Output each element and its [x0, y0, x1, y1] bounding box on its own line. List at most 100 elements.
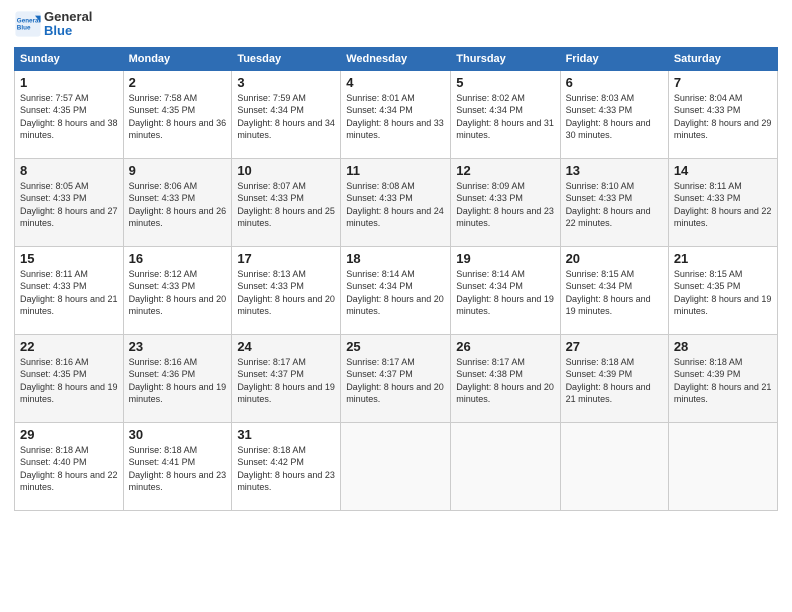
calendar-cell: 14 Sunrise: 8:11 AM Sunset: 4:33 PM Dayl… — [668, 158, 777, 246]
calendar-cell: 26 Sunrise: 8:17 AM Sunset: 4:38 PM Dayl… — [451, 334, 560, 422]
day-info: Sunrise: 8:01 AM Sunset: 4:34 PM Dayligh… — [346, 92, 445, 142]
day-number: 20 — [566, 251, 663, 266]
day-number: 25 — [346, 339, 445, 354]
day-info: Sunrise: 8:10 AM Sunset: 4:33 PM Dayligh… — [566, 180, 663, 230]
calendar-cell: 13 Sunrise: 8:10 AM Sunset: 4:33 PM Dayl… — [560, 158, 668, 246]
calendar-body: 1 Sunrise: 7:57 AM Sunset: 4:35 PM Dayli… — [15, 70, 778, 510]
col-saturday: Saturday — [668, 47, 777, 70]
day-info: Sunrise: 8:18 AM Sunset: 4:39 PM Dayligh… — [566, 356, 663, 406]
day-number: 4 — [346, 75, 445, 90]
calendar-cell: 5 Sunrise: 8:02 AM Sunset: 4:34 PM Dayli… — [451, 70, 560, 158]
day-number: 18 — [346, 251, 445, 266]
calendar-cell: 25 Sunrise: 8:17 AM Sunset: 4:37 PM Dayl… — [341, 334, 451, 422]
day-number: 10 — [237, 163, 335, 178]
day-info: Sunrise: 8:17 AM Sunset: 4:37 PM Dayligh… — [346, 356, 445, 406]
day-info: Sunrise: 8:17 AM Sunset: 4:37 PM Dayligh… — [237, 356, 335, 406]
day-number: 27 — [566, 339, 663, 354]
day-info: Sunrise: 8:06 AM Sunset: 4:33 PM Dayligh… — [129, 180, 227, 230]
day-number: 15 — [20, 251, 118, 266]
calendar-week-row: 22 Sunrise: 8:16 AM Sunset: 4:35 PM Dayl… — [15, 334, 778, 422]
calendar-cell: 11 Sunrise: 8:08 AM Sunset: 4:33 PM Dayl… — [341, 158, 451, 246]
day-info: Sunrise: 8:18 AM Sunset: 4:42 PM Dayligh… — [237, 444, 335, 494]
calendar-week-row: 15 Sunrise: 8:11 AM Sunset: 4:33 PM Dayl… — [15, 246, 778, 334]
day-number: 7 — [674, 75, 772, 90]
calendar-cell: 23 Sunrise: 8:16 AM Sunset: 4:36 PM Dayl… — [123, 334, 232, 422]
day-number: 2 — [129, 75, 227, 90]
calendar-week-row: 29 Sunrise: 8:18 AM Sunset: 4:40 PM Dayl… — [15, 422, 778, 510]
page-header: General Blue GeneralBlue — [14, 10, 778, 39]
day-number: 28 — [674, 339, 772, 354]
day-info: Sunrise: 8:18 AM Sunset: 4:41 PM Dayligh… — [129, 444, 227, 494]
day-number: 3 — [237, 75, 335, 90]
svg-text:General: General — [17, 18, 41, 25]
day-info: Sunrise: 8:16 AM Sunset: 4:35 PM Dayligh… — [20, 356, 118, 406]
day-info: Sunrise: 8:12 AM Sunset: 4:33 PM Dayligh… — [129, 268, 227, 318]
day-info: Sunrise: 8:18 AM Sunset: 4:39 PM Dayligh… — [674, 356, 772, 406]
day-number: 1 — [20, 75, 118, 90]
day-info: Sunrise: 8:14 AM Sunset: 4:34 PM Dayligh… — [346, 268, 445, 318]
day-number: 12 — [456, 163, 554, 178]
calendar-cell: 15 Sunrise: 8:11 AM Sunset: 4:33 PM Dayl… — [15, 246, 124, 334]
svg-text:Blue: Blue — [17, 25, 31, 32]
day-info: Sunrise: 8:07 AM Sunset: 4:33 PM Dayligh… — [237, 180, 335, 230]
day-number: 17 — [237, 251, 335, 266]
day-info: Sunrise: 8:05 AM Sunset: 4:33 PM Dayligh… — [20, 180, 118, 230]
logo-icon: General Blue — [14, 10, 42, 38]
calendar-cell: 27 Sunrise: 8:18 AM Sunset: 4:39 PM Dayl… — [560, 334, 668, 422]
day-number: 19 — [456, 251, 554, 266]
day-info: Sunrise: 7:58 AM Sunset: 4:35 PM Dayligh… — [129, 92, 227, 142]
day-info: Sunrise: 8:04 AM Sunset: 4:33 PM Dayligh… — [674, 92, 772, 142]
day-info: Sunrise: 8:16 AM Sunset: 4:36 PM Dayligh… — [129, 356, 227, 406]
calendar-week-row: 8 Sunrise: 8:05 AM Sunset: 4:33 PM Dayli… — [15, 158, 778, 246]
day-number: 24 — [237, 339, 335, 354]
col-tuesday: Tuesday — [232, 47, 341, 70]
calendar-cell: 3 Sunrise: 7:59 AM Sunset: 4:34 PM Dayli… — [232, 70, 341, 158]
calendar-cell: 9 Sunrise: 8:06 AM Sunset: 4:33 PM Dayli… — [123, 158, 232, 246]
col-friday: Friday — [560, 47, 668, 70]
calendar-cell: 22 Sunrise: 8:16 AM Sunset: 4:35 PM Dayl… — [15, 334, 124, 422]
calendar-cell: 4 Sunrise: 8:01 AM Sunset: 4:34 PM Dayli… — [341, 70, 451, 158]
day-number: 9 — [129, 163, 227, 178]
calendar-cell: 1 Sunrise: 7:57 AM Sunset: 4:35 PM Dayli… — [15, 70, 124, 158]
calendar-cell: 24 Sunrise: 8:17 AM Sunset: 4:37 PM Dayl… — [232, 334, 341, 422]
day-info: Sunrise: 8:13 AM Sunset: 4:33 PM Dayligh… — [237, 268, 335, 318]
day-number: 29 — [20, 427, 118, 442]
logo-text: GeneralBlue — [44, 10, 92, 39]
calendar-cell: 31 Sunrise: 8:18 AM Sunset: 4:42 PM Dayl… — [232, 422, 341, 510]
day-number: 26 — [456, 339, 554, 354]
day-number: 13 — [566, 163, 663, 178]
day-info: Sunrise: 8:14 AM Sunset: 4:34 PM Dayligh… — [456, 268, 554, 318]
day-number: 14 — [674, 163, 772, 178]
day-number: 31 — [237, 427, 335, 442]
day-info: Sunrise: 7:59 AM Sunset: 4:34 PM Dayligh… — [237, 92, 335, 142]
page-container: General Blue GeneralBlue Sunday Monday T… — [0, 0, 792, 521]
calendar-cell: 29 Sunrise: 8:18 AM Sunset: 4:40 PM Dayl… — [15, 422, 124, 510]
day-info: Sunrise: 8:02 AM Sunset: 4:34 PM Dayligh… — [456, 92, 554, 142]
day-info: Sunrise: 8:08 AM Sunset: 4:33 PM Dayligh… — [346, 180, 445, 230]
calendar-cell — [341, 422, 451, 510]
day-info: Sunrise: 8:15 AM Sunset: 4:35 PM Dayligh… — [674, 268, 772, 318]
calendar-cell: 19 Sunrise: 8:14 AM Sunset: 4:34 PM Dayl… — [451, 246, 560, 334]
calendar-cell — [668, 422, 777, 510]
col-sunday: Sunday — [15, 47, 124, 70]
day-info: Sunrise: 8:15 AM Sunset: 4:34 PM Dayligh… — [566, 268, 663, 318]
day-info: Sunrise: 8:11 AM Sunset: 4:33 PM Dayligh… — [674, 180, 772, 230]
calendar-table: Sunday Monday Tuesday Wednesday Thursday… — [14, 47, 778, 511]
day-info: Sunrise: 8:11 AM Sunset: 4:33 PM Dayligh… — [20, 268, 118, 318]
calendar-cell: 12 Sunrise: 8:09 AM Sunset: 4:33 PM Dayl… — [451, 158, 560, 246]
day-number: 6 — [566, 75, 663, 90]
calendar-cell: 20 Sunrise: 8:15 AM Sunset: 4:34 PM Dayl… — [560, 246, 668, 334]
day-number: 11 — [346, 163, 445, 178]
col-thursday: Thursday — [451, 47, 560, 70]
calendar-cell: 28 Sunrise: 8:18 AM Sunset: 4:39 PM Dayl… — [668, 334, 777, 422]
day-info: Sunrise: 7:57 AM Sunset: 4:35 PM Dayligh… — [20, 92, 118, 142]
calendar-cell: 2 Sunrise: 7:58 AM Sunset: 4:35 PM Dayli… — [123, 70, 232, 158]
calendar-cell: 18 Sunrise: 8:14 AM Sunset: 4:34 PM Dayl… — [341, 246, 451, 334]
day-number: 22 — [20, 339, 118, 354]
day-number: 21 — [674, 251, 772, 266]
day-number: 23 — [129, 339, 227, 354]
day-info: Sunrise: 8:18 AM Sunset: 4:40 PM Dayligh… — [20, 444, 118, 494]
day-number: 5 — [456, 75, 554, 90]
day-info: Sunrise: 8:09 AM Sunset: 4:33 PM Dayligh… — [456, 180, 554, 230]
col-wednesday: Wednesday — [341, 47, 451, 70]
